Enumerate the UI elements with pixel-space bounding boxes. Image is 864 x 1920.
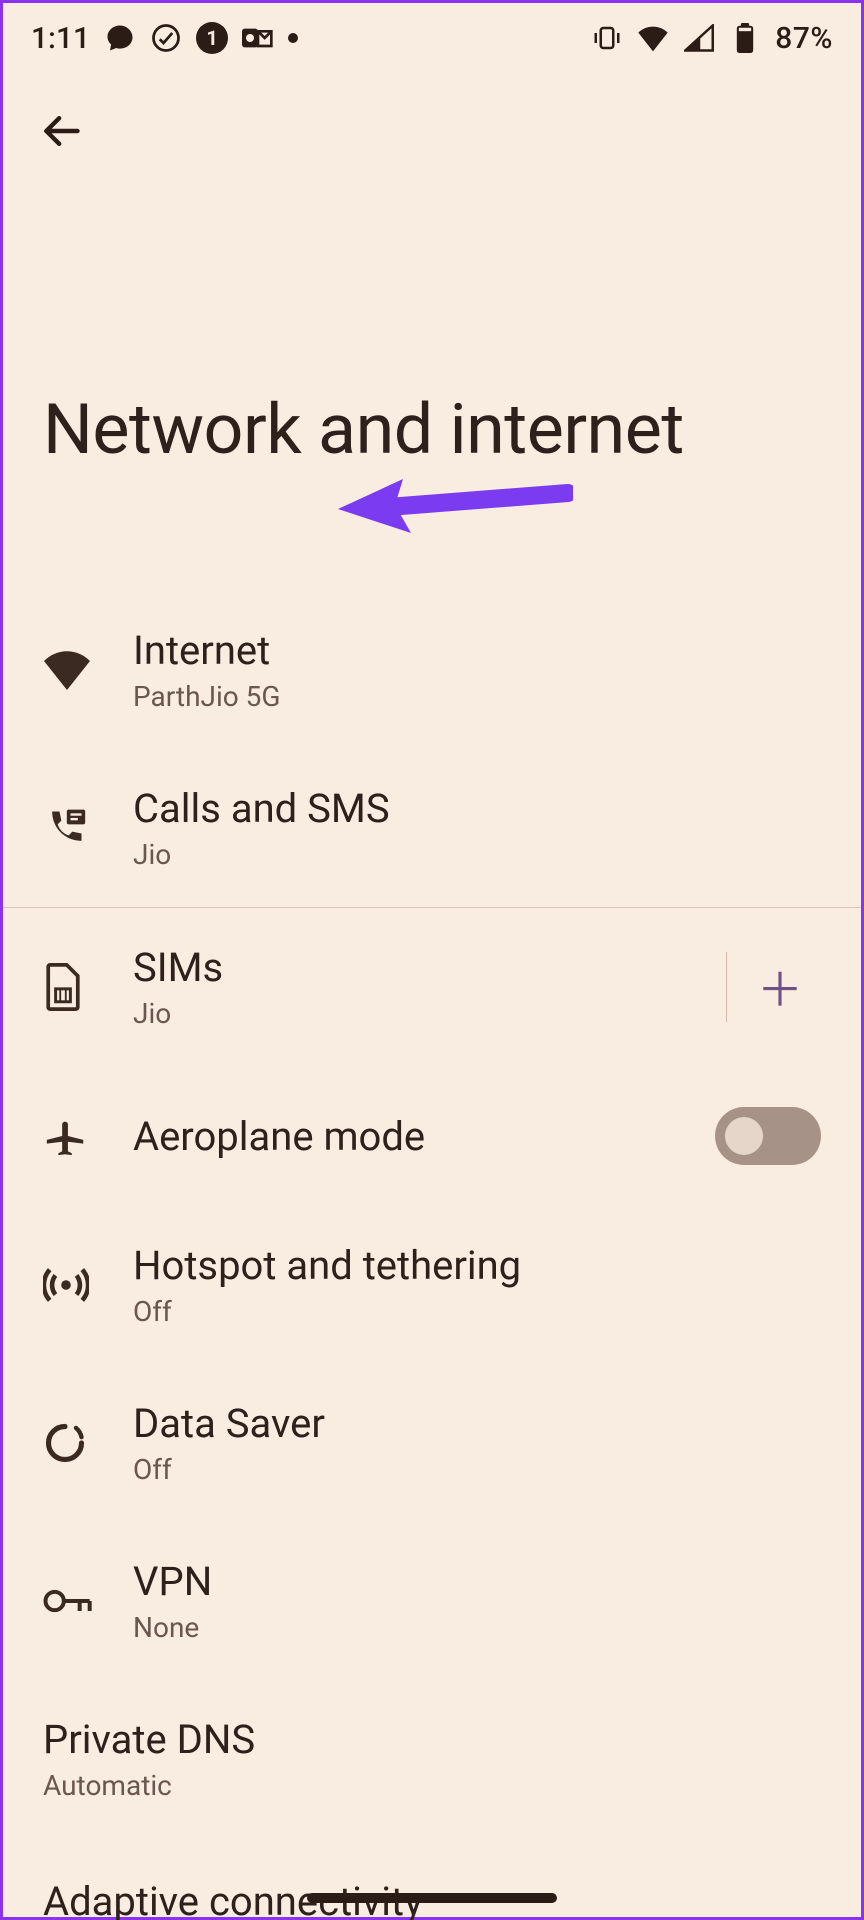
airplane-icon (43, 1113, 89, 1159)
item-title: Calls and SMS (133, 785, 821, 832)
item-subtitle: Automatic (43, 1769, 821, 1802)
status-left: 1:11 1 (31, 21, 298, 56)
back-button[interactable] (33, 103, 89, 159)
item-title: SIMs (133, 944, 726, 991)
clock: 1:11 (31, 21, 90, 56)
item-hotspot-tethering[interactable]: Hotspot and tethering Off (3, 1206, 861, 1364)
notification-badge-icon: 1 (196, 22, 228, 54)
vibrate-icon (591, 22, 623, 54)
wifi-icon (43, 650, 91, 690)
page-title: Network and internet (3, 159, 861, 591)
gesture-nav-bar[interactable] (307, 1893, 557, 1903)
separator (726, 952, 727, 1022)
item-data-saver[interactable]: Data Saver Off (3, 1364, 861, 1522)
status-right: 87% (591, 21, 833, 56)
sim-icon (43, 963, 83, 1011)
item-private-dns[interactable]: Private DNS Automatic (3, 1680, 861, 1838)
settings-list: Internet ParthJio 5G Calls and SMS Jio (3, 591, 861, 1920)
cellular-signal-icon (683, 22, 715, 54)
item-calls-sms[interactable]: Calls and SMS Jio (3, 749, 861, 907)
arrow-left-icon (39, 109, 83, 153)
item-subtitle: Jio (133, 838, 821, 871)
cloud-check-icon (150, 22, 182, 54)
item-subtitle: Jio (133, 997, 726, 1030)
status-bar: 1:11 1 87% (3, 3, 861, 73)
item-subtitle: ParthJio 5G (133, 680, 821, 713)
chat-icon (104, 22, 136, 54)
item-title: Private DNS (43, 1716, 821, 1763)
outlook-icon (242, 22, 274, 54)
item-aeroplane-mode[interactable]: Aeroplane mode (3, 1066, 861, 1206)
more-notifications-dot-icon (288, 33, 298, 43)
item-title: Internet (133, 627, 821, 674)
item-title: VPN (133, 1558, 821, 1605)
toggle-knob (725, 1117, 763, 1155)
item-internet[interactable]: Internet ParthJio 5G (3, 591, 861, 749)
phone-sms-icon (43, 806, 87, 850)
item-title: Aeroplane mode (133, 1113, 715, 1160)
battery-icon (729, 22, 761, 54)
item-sims[interactable]: SIMs Jio ＋ (3, 908, 861, 1066)
item-title: Hotspot and tethering (133, 1242, 821, 1289)
wifi-icon (637, 22, 669, 54)
item-subtitle: None (133, 1611, 821, 1644)
key-icon (43, 1586, 93, 1616)
hotspot-icon (43, 1262, 89, 1308)
battery-percentage: 87% (775, 21, 833, 56)
aeroplane-toggle[interactable] (715, 1107, 821, 1165)
item-adaptive-connectivity[interactable]: Adaptive connectivity (3, 1838, 861, 1920)
item-vpn[interactable]: VPN None (3, 1522, 861, 1680)
item-subtitle: Off (133, 1295, 821, 1328)
add-sim-button[interactable]: ＋ (739, 954, 821, 1020)
data-saver-icon (43, 1421, 87, 1465)
item-subtitle: Off (133, 1453, 821, 1486)
item-title: Data Saver (133, 1400, 821, 1447)
